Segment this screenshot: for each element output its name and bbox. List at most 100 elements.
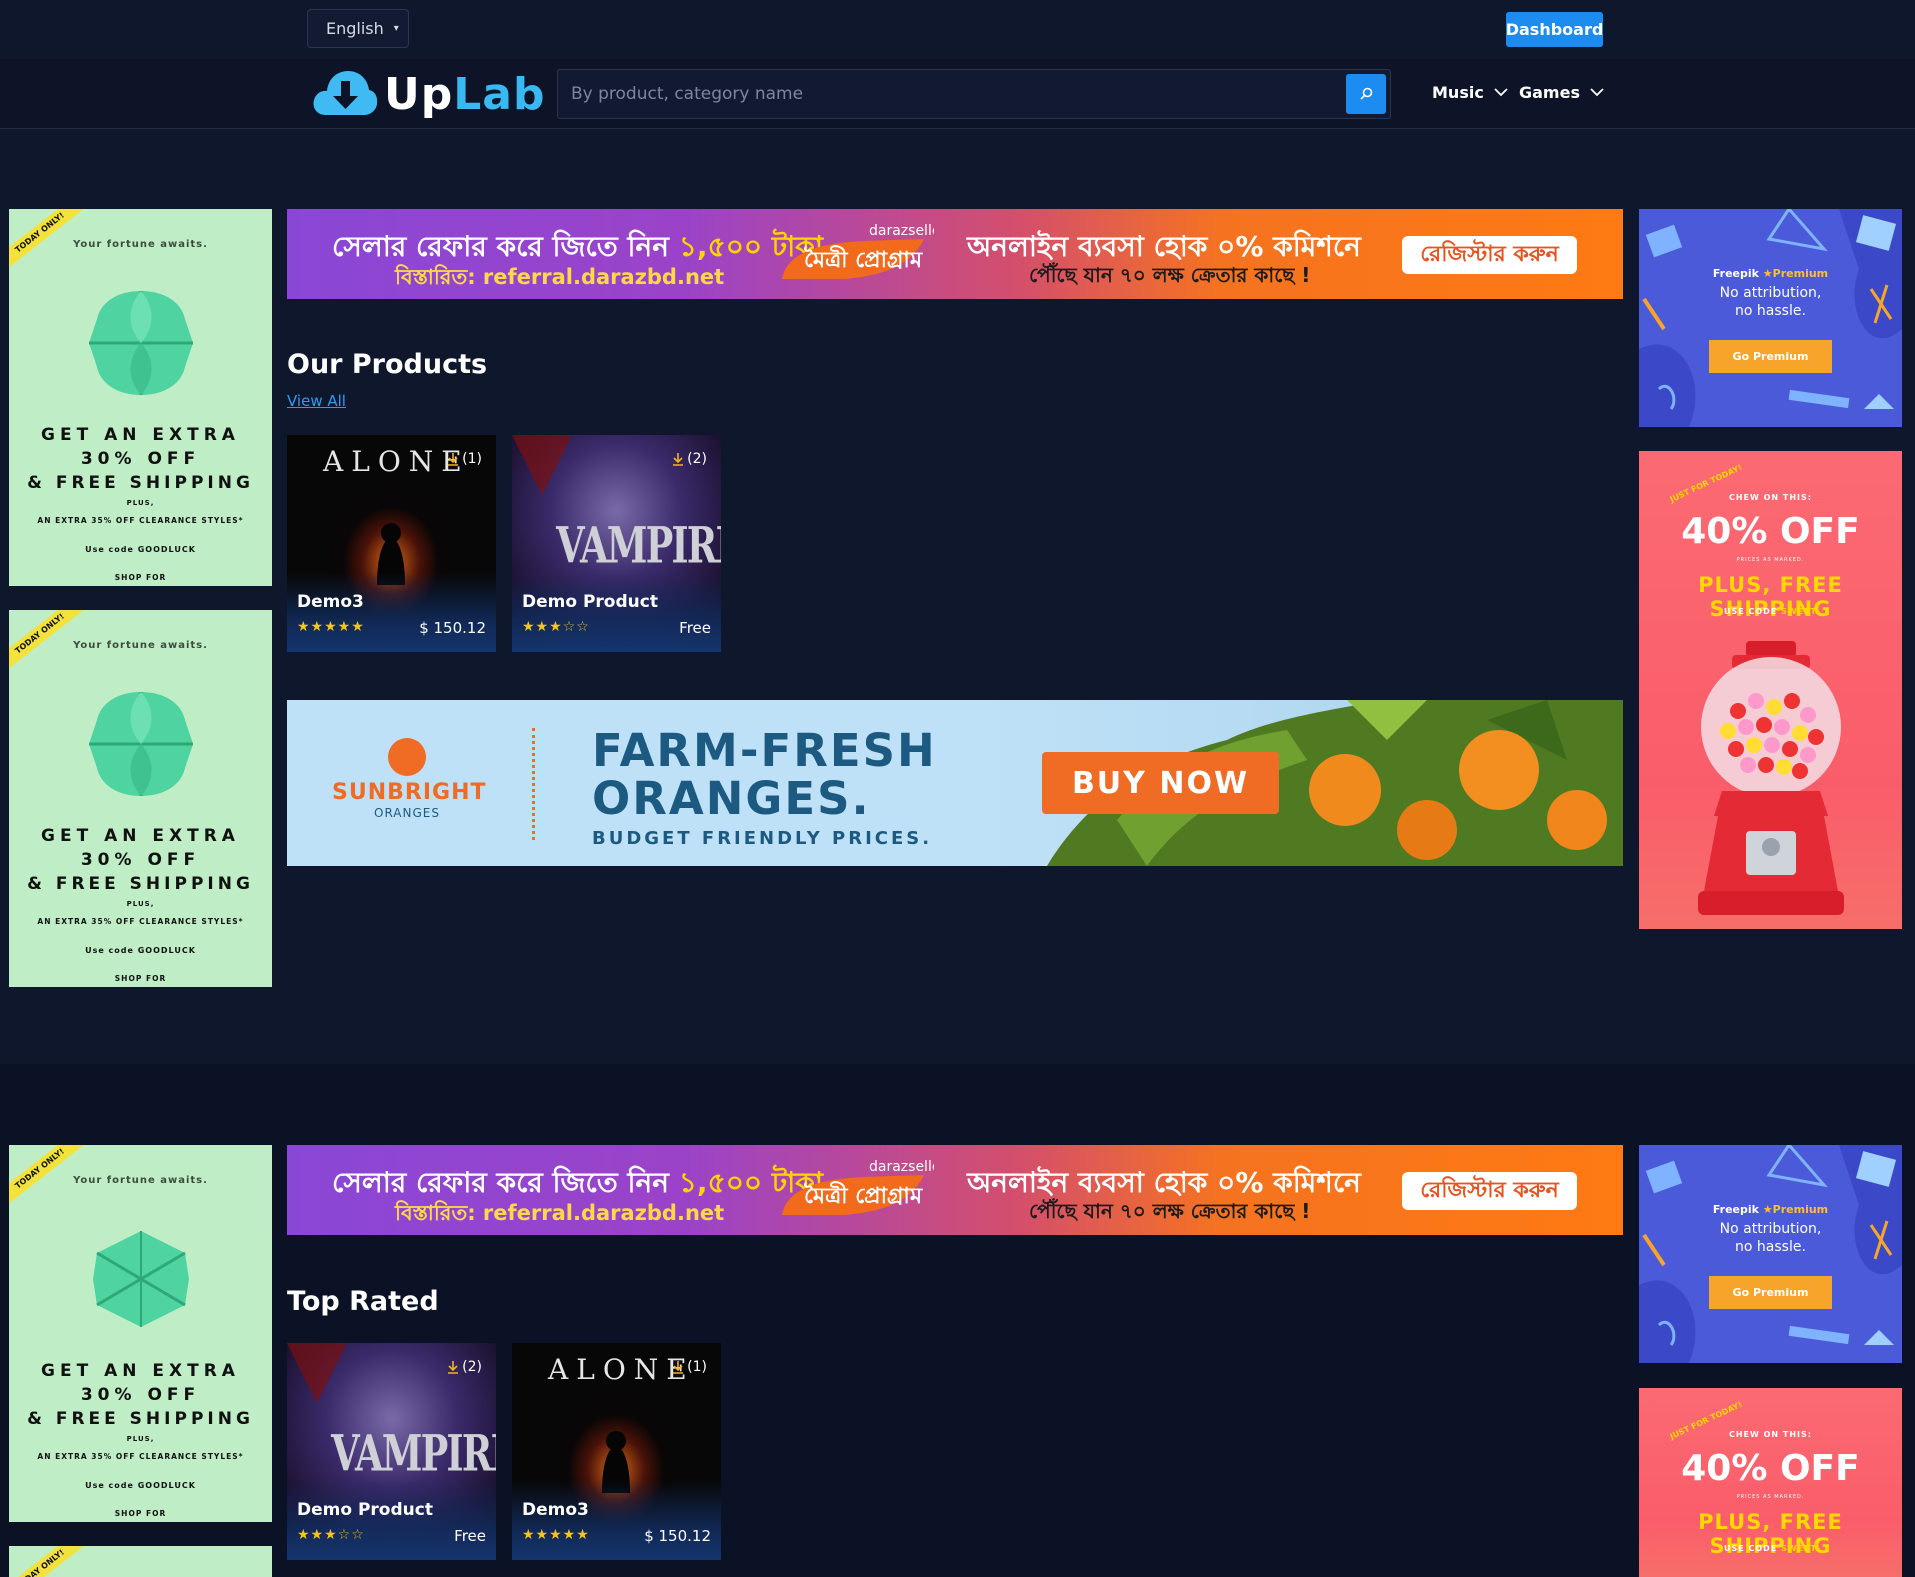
ad-line-6: Use code GOODLUCK [85, 545, 196, 554]
daraz-referral-url: বিস্তারিত: referral.darazbd.net [395, 1201, 725, 1225]
gumball-ad-banner[interactable]: JUST FOR TODAY! CHEW ON THIS: 40% OFF PR… [1639, 451, 1902, 929]
ad-line-1: GET AN EXTRA [41, 826, 240, 846]
oranges-headline-1: FARM-FRESH [592, 724, 937, 777]
today-only-ribbon: TODAY ONLY! [9, 1546, 89, 1577]
ad-line-5: AN EXTRA 35% OFF CLEARANCE STYLES* [37, 917, 244, 926]
ad-line-6: Use code GOODLUCK [85, 946, 196, 955]
rating-stars: ★★★☆☆ [522, 619, 590, 635]
ad-line-1: GET AN EXTRA [41, 1361, 240, 1381]
sunbright-brand: SUNBRIGHT [332, 780, 487, 805]
freepik-msg-1: No attribution, [1719, 285, 1822, 301]
download-count: (1) [672, 1359, 707, 1375]
download-icon [673, 453, 684, 466]
daraz-referral-banner[interactable]: সেলার রেফার করে জিতে নিন ১,৫০০ টাকা বিস্… [287, 209, 1623, 299]
go-premium-button[interactable]: Go Premium [1709, 340, 1832, 373]
freepik-brand: Freepik ★Premium [1712, 1203, 1829, 1216]
prices-marked-text: PRICES AS MARKED. [1736, 1494, 1805, 1500]
download-icon [448, 1361, 459, 1374]
search-button[interactable] [1346, 74, 1386, 114]
chevron-down-icon [1494, 88, 1508, 97]
use-code-text: USE CODE SWEET [1723, 607, 1818, 616]
daraz-maitri-badge: darazseller মৈত্রী প্রোগ্রাম [782, 1159, 934, 1215]
product-name: Demo Product [522, 592, 658, 612]
nav-music[interactable]: Music [1432, 83, 1508, 102]
freepik-msg-2: no hassle. [1735, 303, 1806, 319]
daraz-badge-main: মৈত্রী প্রোগ্রাম [803, 245, 923, 273]
chevron-down-icon: ▾ [393, 23, 399, 34]
ad-fortune-text: Your fortune awaits. [73, 640, 208, 651]
daraz-register-button[interactable]: রেজিস্টার করুন [1402, 236, 1577, 274]
nav-games[interactable]: Games [1519, 83, 1604, 102]
left-ad-banner[interactable]: TODAY ONLY! [9, 1546, 272, 1577]
freepik-ad-banner[interactable]: Freepik ★Premium No attribution, no hass… [1639, 209, 1902, 427]
product-name: Demo Product [297, 1500, 433, 1520]
view-all-link[interactable]: View All [287, 392, 346, 410]
download-count: (2) [447, 1359, 482, 1375]
left-ad-banner[interactable]: TODAY ONLY! Your fortune awaits. GET AN … [9, 209, 272, 586]
ad-line-7: SHOP FOR [114, 573, 167, 582]
sun-logo-icon [388, 738, 426, 776]
daraz-register-button[interactable]: রেজিস্টার করুন [1402, 1172, 1577, 1210]
ad-fortune-text: Your fortune awaits. [73, 239, 208, 250]
ad-line-3: & FREE SHIPPING [27, 473, 254, 493]
rating-stars: ★★★☆☆ [297, 1527, 365, 1543]
product-price: Free [454, 1527, 486, 1545]
gumball-ad-banner[interactable]: JUST FOR TODAY! CHEW ON THIS: 40% OFF PR… [1639, 1388, 1902, 1577]
daraz-reach-text: পৌঁছে যান ৭০ লক্ষ ক্রেতার কাছে ! [1029, 1199, 1311, 1223]
ad-line-2: 30% OFF [80, 449, 201, 469]
prices-marked-text: PRICES AS MARKED. [1736, 557, 1805, 563]
oranges-tagline: BUDGET FRIENDLY PRICES. [592, 828, 933, 849]
our-products-title: Our Products [287, 349, 488, 380]
daraz-referral-url: বিস্তারিত: referral.darazbd.net [395, 265, 725, 289]
art-title: VAMPIRE [330, 1425, 496, 1483]
search-input[interactable] [559, 71, 1339, 117]
forty-off-text: 40% OFF [1681, 1448, 1860, 1489]
dashboard-button[interactable]: Dashboard [1506, 12, 1603, 47]
daraz-maitri-badge: darazseller মৈত্রী প্রোগ্রাম [782, 223, 934, 279]
product-card[interactable]: VAMPIRE (2) Demo Product ★★★☆☆ Free [287, 1343, 496, 1560]
oranges-headline-2: ORANGES. [592, 772, 871, 825]
use-code-text: USE CODE SWEET [1723, 1544, 1818, 1553]
top-bar: English ▾ Dashboard [0, 0, 1915, 59]
ad-line-2: 30% OFF [80, 850, 201, 870]
nav-music-label: Music [1432, 83, 1484, 102]
daraz-referral-banner[interactable]: সেলার রেফার করে জিতে নিন ১,৫০০ টাকা বিস্… [287, 1145, 1623, 1235]
search-icon [1360, 87, 1373, 100]
forty-off-text: 40% OFF [1681, 511, 1860, 552]
top-rated-title: Top Rated [287, 1286, 439, 1317]
gumball-machine-image [1698, 641, 1844, 915]
buy-now-button[interactable]: BUY NOW [1042, 752, 1279, 814]
language-select[interactable]: English ▾ [307, 9, 409, 48]
product-card[interactable]: ALONE (1) Demo3 ★★★★★ $ 150.12 [512, 1343, 721, 1560]
product-card[interactable]: VAMPIRE (2) Demo Product ★★★☆☆ Free [512, 435, 721, 652]
ad-line-2: 30% OFF [80, 1385, 201, 1405]
fortune-teller-image [93, 1231, 189, 1327]
fortune-teller-image [89, 692, 193, 796]
daraz-badge-top: darazseller [869, 1159, 934, 1175]
chew-on-this-text: CHEW ON THIS: [1728, 1430, 1812, 1439]
ad-line-3: & FREE SHIPPING [27, 874, 254, 894]
rating-stars: ★★★★★ [522, 1527, 590, 1543]
fortune-teller-image [89, 291, 193, 395]
product-card[interactable]: ALONE (1) Demo3 ★★★★★ $ 150.12 [287, 435, 496, 652]
download-icon [673, 1361, 684, 1374]
left-ad-banner[interactable]: TODAY ONLY! Your fortune awaits. GET AN … [9, 610, 272, 987]
uplab-logo[interactable]: UpLab [312, 67, 545, 121]
main-header: UpLab Music Games [0, 59, 1915, 129]
go-premium-button[interactable]: Go Premium [1709, 1276, 1832, 1309]
left-ad-banner[interactable]: TODAY ONLY! Your fortune awaits. GET AN … [9, 1145, 272, 1522]
cloud-download-icon [313, 71, 378, 115]
logo-text-up: Up [384, 68, 454, 120]
sunbright-oranges-banner[interactable]: SUNBRIGHT ORANGES FARM-FRESH ORANGES. BU… [287, 700, 1623, 866]
ad-line-4: PLUS, [126, 1435, 155, 1443]
nav-games-label: Games [1519, 83, 1580, 102]
ad-line-4: PLUS, [126, 499, 155, 507]
product-name: Demo3 [297, 592, 364, 612]
language-label: English [326, 19, 384, 38]
ad-line-4: PLUS, [126, 900, 155, 908]
freepik-ad-banner[interactable]: Freepik ★Premium No attribution, no hass… [1639, 1145, 1902, 1363]
freepik-brand: Freepik ★Premium [1712, 267, 1829, 280]
product-price: $ 150.12 [419, 619, 486, 637]
card-shade [512, 1480, 721, 1560]
dotted-divider [532, 728, 536, 840]
